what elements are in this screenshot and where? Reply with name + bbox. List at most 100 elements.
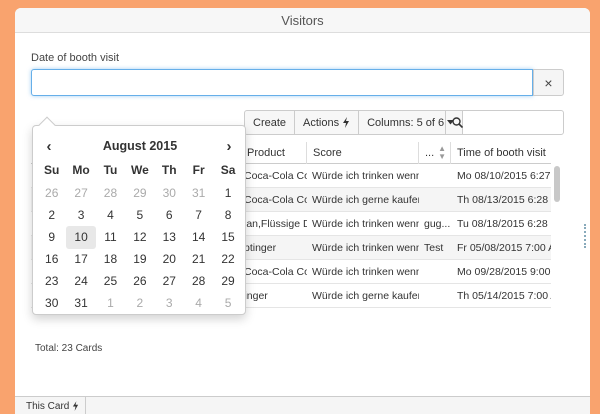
- calendar-day[interactable]: 15: [213, 226, 242, 249]
- extra-cell: Test: [424, 242, 444, 254]
- time-cell: Mo 08/10/2015 6:27 PM: [457, 170, 551, 182]
- calendar-day[interactable]: 3: [155, 292, 184, 315]
- search-icon: [452, 117, 463, 128]
- calendar-week: 16 17 18 19 20 21 22: [37, 248, 243, 271]
- calendar-day[interactable]: 1: [96, 292, 125, 315]
- calendar-day[interactable]: 25: [96, 270, 125, 293]
- column-header-label: Product: [247, 147, 285, 159]
- weekday-label: Mo: [72, 163, 90, 177]
- calendar-day[interactable]: 13: [155, 226, 184, 249]
- column-header-time[interactable]: Time of booth visit▲▼: [451, 142, 551, 164]
- calendar-day[interactable]: 1: [213, 182, 242, 205]
- calendar-day[interactable]: 6: [155, 204, 184, 227]
- calendar-day[interactable]: 2: [125, 292, 154, 315]
- extra-cell: gug...: [424, 218, 451, 230]
- calendar-day[interactable]: 31: [66, 292, 95, 315]
- score-cell: Würde ich gerne kaufen: [312, 290, 419, 302]
- calendar-day[interactable]: 28: [184, 270, 213, 293]
- datepicker-popup: ‹ August 2015 › Su Mo Tu We Th Fr Sa 26 2…: [32, 116, 246, 315]
- weekday-label: Tu: [103, 163, 118, 177]
- score-cell: Würde ich trinken wenn es: [312, 242, 419, 254]
- prev-month-button[interactable]: ‹: [37, 136, 61, 156]
- scrollbar-thumb[interactable]: [554, 166, 560, 202]
- calendar-day[interactable]: 4: [96, 204, 125, 227]
- column-header-product[interactable]: Product: [241, 142, 307, 164]
- calendar-day[interactable]: 31: [184, 182, 213, 205]
- product-cell: Coca-Cola Comp: [244, 194, 307, 206]
- next-month-button[interactable]: ›: [217, 136, 241, 156]
- calendar-day[interactable]: 18: [96, 248, 125, 271]
- calendar-day[interactable]: 21: [184, 248, 213, 271]
- create-button[interactable]: Create: [244, 110, 296, 135]
- weekday-label: We: [130, 163, 149, 177]
- resize-grip[interactable]: [584, 224, 587, 248]
- calendar-day[interactable]: 11: [96, 226, 125, 249]
- calendar-day[interactable]: 3: [66, 204, 95, 227]
- extra-cell: [419, 164, 451, 188]
- actions-label: Actions: [303, 116, 340, 129]
- score-cell: Würde ich trinken wenn es: [312, 170, 419, 182]
- calendar-week: 23 24 25 26 27 28 29: [37, 270, 243, 293]
- weekday-label: Su: [44, 163, 60, 177]
- calendar-day[interactable]: 30: [37, 292, 66, 315]
- main-content: Date of booth visit × Create Actions Col…: [15, 34, 590, 392]
- column-header-extra[interactable]: ... ▲ ▼: [419, 142, 451, 164]
- calendar-day[interactable]: 8: [213, 204, 242, 227]
- calendar-day[interactable]: 9: [37, 226, 66, 249]
- table-scrollbar[interactable]: [553, 164, 561, 324]
- calendar-day[interactable]: 27: [66, 182, 95, 205]
- calendar-day[interactable]: 22: [213, 248, 242, 271]
- columns-label: Columns: 5 of 6: [367, 116, 445, 129]
- date-of-booth-visit-input[interactable]: [31, 69, 533, 96]
- actions-button[interactable]: Actions: [294, 110, 360, 135]
- column-header-score[interactable]: Score: [307, 142, 419, 164]
- time-cell: Fr 05/08/2015 7:00 AM: [457, 242, 551, 254]
- calendar-day[interactable]: 30: [155, 182, 184, 205]
- extra-cell: [419, 188, 451, 212]
- product-cell: Coca-Cola Comp: [244, 170, 307, 182]
- time-cell: Th 08/13/2015 6:28 PM: [457, 194, 551, 206]
- score-cell: Würde ich gerne kaufen: [312, 194, 419, 206]
- clear-date-button[interactable]: ×: [533, 69, 564, 96]
- table-search-input[interactable]: [467, 116, 557, 129]
- product-cell: lan,Flüssige Dri: [244, 218, 307, 230]
- total-count: Total: 23 Cards: [35, 343, 103, 354]
- calendar-day[interactable]: 23: [37, 270, 66, 293]
- column-header-label: Score: [313, 147, 342, 159]
- calendar-day[interactable]: 2: [37, 204, 66, 227]
- calendar-day[interactable]: 7: [184, 204, 213, 227]
- calendar-day[interactable]: 20: [155, 248, 184, 271]
- table-search[interactable]: [445, 110, 564, 135]
- calendar-day[interactable]: 19: [125, 248, 154, 271]
- calendar-day[interactable]: 12: [125, 226, 154, 249]
- calendar-day[interactable]: 24: [66, 270, 95, 293]
- weekday-label: Sa: [220, 163, 236, 177]
- calendar-day[interactable]: 29: [125, 182, 154, 205]
- month-label[interactable]: August 2015: [73, 136, 207, 156]
- calendar-day[interactable]: 14: [184, 226, 213, 249]
- calendar-day[interactable]: 26: [125, 270, 154, 293]
- this-card-tab[interactable]: This Card: [20, 397, 87, 414]
- calendar-day[interactable]: 26: [37, 182, 66, 205]
- calendar-day[interactable]: 29: [213, 270, 242, 293]
- score-cell: Würde ich trinken wenn es: [312, 218, 419, 230]
- calendar-day[interactable]: 10: [66, 226, 96, 249]
- weekday-header: Su Mo Tu We Th Fr Sa: [37, 160, 243, 180]
- calendar-day[interactable]: 27: [155, 270, 184, 293]
- column-header-label: Time of booth visit: [457, 147, 546, 159]
- create-label: Create: [253, 116, 287, 129]
- popup-arrow: [38, 116, 56, 134]
- calendar-day[interactable]: 16: [37, 248, 66, 271]
- column-header-label: ...: [425, 147, 435, 159]
- weekday-label: Th: [161, 163, 177, 177]
- calendar-day[interactable]: 17: [66, 248, 95, 271]
- score-cell: Würde ich trinken wenn es: [312, 266, 419, 278]
- weekday-label: Fr: [192, 163, 205, 177]
- calendar-day[interactable]: 5: [125, 204, 154, 227]
- calendar-day[interactable]: 28: [96, 182, 125, 205]
- date-field-label: Date of booth visit: [31, 52, 120, 64]
- calendar-day[interactable]: 4: [184, 292, 213, 315]
- calendar-day[interactable]: 5: [213, 292, 242, 315]
- table-toolbar: Create Actions Columns: 5 of 6: [244, 110, 464, 135]
- this-card-label: This Card: [26, 400, 70, 412]
